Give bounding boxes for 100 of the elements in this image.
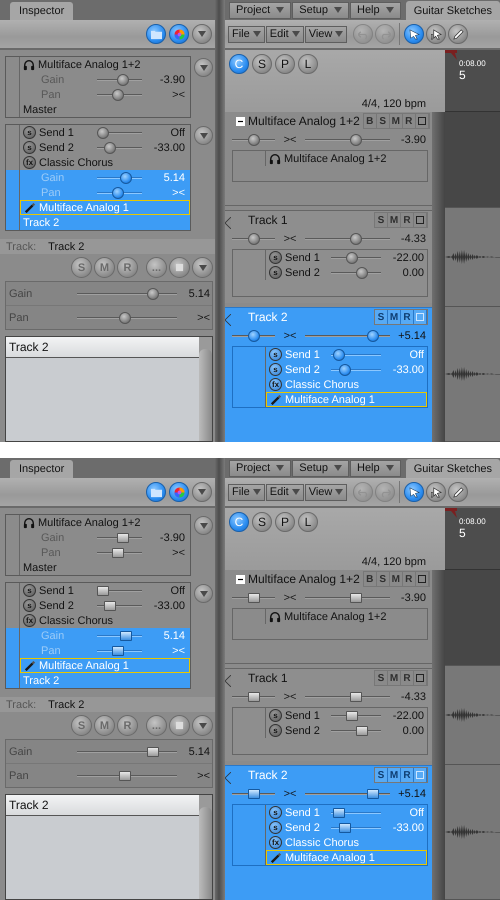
channel-button[interactable]: S [375,213,388,227]
channel-row[interactable]: s Send 2 -33.00 [6,140,190,155]
send-value: -33.00 [152,142,185,154]
channel-button[interactable]: S [375,768,388,782]
channel-button[interactable]: R [401,671,414,685]
channel-row[interactable]: Multiface Analog 1 [6,658,190,673]
channel-row[interactable]: s Send 1 -22.00 [233,708,427,723]
channel-row[interactable]: Track 2 [6,673,190,688]
effect-toggle[interactable]: fx [269,378,282,391]
channel-button[interactable]: R [402,572,416,586]
menu-button[interactable]: View [304,484,348,500]
mode-button[interactable]: P [275,54,295,74]
channel-name: Track 2 [248,768,289,782]
channel-button[interactable]: R [401,213,414,227]
send-toggle[interactable]: s [23,126,36,139]
effect-toggle[interactable]: fx [23,614,36,627]
channel-row[interactable]: Pan >< [6,185,190,200]
channel-row[interactable]: Gain 5.14 [6,170,190,185]
channel-row[interactable]: Multiface Analog 1+2 [6,515,190,530]
menu-button[interactable]: File [228,26,265,42]
channel-button[interactable]: M [388,768,401,782]
document-tab[interactable]: Guitar Sketches [406,459,500,478]
mode-button[interactable]: L [298,54,318,74]
channel-name: Master [23,104,58,116]
send-toggle[interactable]: s [269,251,282,264]
mode-button[interactable]: P [275,512,295,532]
channel-row[interactable]: s Send 2 0.00 [233,265,427,280]
channel-button[interactable]: M [388,671,401,685]
effect-toggle[interactable]: fx [269,836,282,849]
list-item[interactable]: Track 2 [6,337,199,358]
send-toggle[interactable]: s [23,599,36,612]
channel-button[interactable]: M [390,114,403,128]
channel-button[interactable]: B [364,114,377,128]
send-toggle[interactable]: s [269,724,282,737]
channel-button[interactable]: M [388,213,401,227]
track-strip[interactable]: Track 2 S M R >< +5.14 s Send 1 Off s Send 2 -33.00 fx Classic Chorus Multiface Analog 1 [225,765,432,900]
channel-row[interactable]: Multiface Analog 1+2 [233,151,427,166]
inspector-tab[interactable]: Inspector [10,460,74,478]
channel-row[interactable]: s Send 2 0.00 [233,723,427,738]
send-label: Send 2 [39,600,75,612]
send-toggle[interactable]: s [269,266,282,279]
send-label: Send 1 [39,126,75,138]
parameter-value: >< [196,312,210,324]
menu-button[interactable]: Help [350,2,401,18]
menu-button[interactable]: Setup [292,460,349,476]
send-toggle[interactable]: s [269,821,282,834]
track-strip[interactable]: Track 2 S M R >< +5.14 s Send 1 Off s Send 2 -33.00 fx Classic Chorus Multiface Analog 1 [225,307,432,442]
menu-button[interactable]: Project [229,460,292,476]
menu-button[interactable]: Setup [292,2,349,18]
channel-row[interactable]: Pan >< [6,643,190,658]
channel-button[interactable]: S [375,671,388,685]
channel-button[interactable]: M [388,310,401,324]
output-label: Multiface Analog 1+2 [38,516,142,528]
channel-row[interactable]: Multiface Analog 1+2 [6,57,190,72]
mode-button[interactable]: L [298,512,318,532]
channel-row[interactable]: s Send 2 -33.00 [6,598,190,613]
channel-row[interactable]: Multiface Analog 1+2 [233,609,427,624]
menu-button[interactable]: Edit [266,484,304,500]
send-toggle[interactable]: s [269,806,282,819]
send-toggle[interactable]: s [23,141,36,154]
channel-row[interactable]: Multiface Analog 1 [6,200,190,215]
mode-button[interactable]: S [252,512,272,532]
mode-button[interactable]: S [252,54,272,74]
parameter-value: 5.14 [162,630,185,642]
channel-button[interactable]: R [401,310,414,324]
menu-button[interactable]: Help [350,460,401,476]
menu-button[interactable]: View [304,26,348,42]
channel-button[interactable]: B [364,572,377,586]
channel-button[interactable]: S [376,572,390,586]
menu-button[interactable]: Project [229,2,292,18]
send-toggle[interactable]: s [269,348,282,361]
list-item[interactable]: Track 2 [6,795,199,816]
channel-button[interactable]: R [402,114,416,128]
send-value: -33.00 [392,364,424,376]
track-name: Track 2 [48,240,84,252]
send-label: Send 2 [39,142,75,154]
channel-row[interactable]: Master [6,102,190,117]
channel-row[interactable]: s Send 1 Off [6,125,190,140]
channel-row[interactable]: s Send 1 Off [6,583,190,598]
channel-row[interactable]: Track 2 [6,215,190,230]
channel-button[interactable]: M [390,572,403,586]
document-tab[interactable]: Guitar Sketches [406,1,500,20]
send-toggle[interactable]: s [23,584,36,597]
send-label: Send 1 [285,806,321,818]
inspector-tab[interactable]: Inspector [10,2,74,20]
channel-button[interactable]: S [376,114,390,128]
menu-button[interactable]: File [228,484,265,500]
send-toggle[interactable]: s [269,363,282,376]
channel-row[interactable]: Gain 5.14 [6,628,190,643]
bus-strip[interactable]: Multiface Analog 1+2 B S M R >< -3.90 Multiface Analog 1+2 [225,570,432,664]
effect-toggle[interactable]: fx [23,156,36,169]
send-toggle[interactable]: s [269,709,282,722]
channel-button[interactable]: R [401,768,414,782]
parameter-label: Pan [9,312,30,324]
channel-row[interactable]: s Send 1 -22.00 [233,250,427,265]
channel-row[interactable]: Master [6,560,190,575]
parameter-label: Gain [40,172,66,184]
channel-button[interactable]: S [375,310,388,324]
menu-button[interactable]: Edit [266,26,304,42]
bus-strip[interactable]: Multiface Analog 1+2 B S M R >< -3.90 Multiface Analog 1+2 [225,112,432,206]
